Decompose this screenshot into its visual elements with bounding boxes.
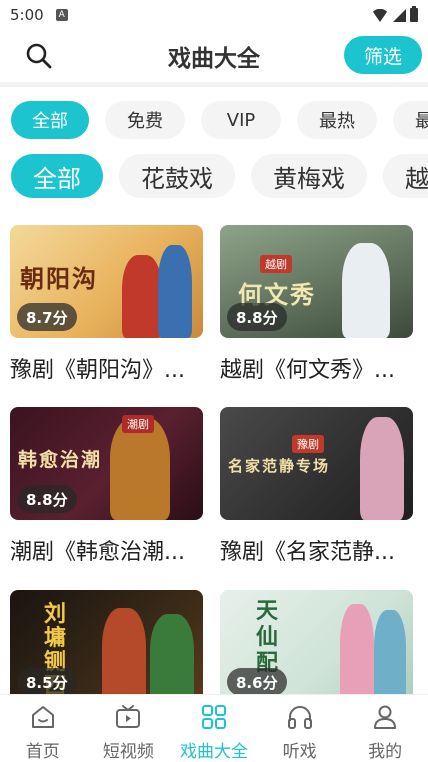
genre-badge: 越剧 — [260, 255, 292, 273]
search-button[interactable] — [24, 41, 54, 71]
genre-badge: 豫剧 — [292, 435, 324, 453]
performer-figure — [340, 604, 374, 703]
card-thumbnail: 豫剧 名家范静专场 — [220, 407, 413, 520]
rating-badge: 8.8分 — [17, 485, 77, 513]
notification-icon: A — [55, 9, 68, 21]
filter-button[interactable]: 筛选 — [344, 36, 422, 74]
card-thumbnail: 刘墉铡西 8.5分 — [10, 590, 203, 703]
opera-card[interactable]: 越剧 何文秀 8.8分 越剧《何文秀》... — [220, 225, 413, 384]
card-thumbnail: 天仙配 8.6分 — [220, 590, 413, 703]
nav-label: 首页 — [25, 742, 60, 762]
thumbnail-title-art: 名家范静专场 — [228, 457, 331, 475]
person-icon — [374, 705, 397, 729]
filter-chip-all[interactable]: 全部 — [11, 101, 89, 139]
card-title: 越剧《何文秀》... — [220, 358, 395, 383]
card-title: 潮剧《韩愈治潮... — [10, 540, 185, 565]
grid-icon — [201, 705, 226, 729]
app-screen: 5:00 A 戏曲大全 筛选 全部 免费 VIP 最热 最新 全部 花鼓戏 黄梅… — [0, 0, 428, 762]
battery-icon — [410, 6, 418, 22]
performer-figure — [360, 417, 404, 520]
price-filter-row: 全部 免费 VIP 最热 最新 — [11, 101, 428, 139]
filter-chip-free[interactable]: 免费 — [105, 101, 185, 139]
nav-label: 短视频 — [102, 742, 154, 762]
nav-listen[interactable]: 听戏 — [257, 695, 343, 762]
performer-figure — [374, 610, 406, 703]
genre-chip-huaguxi[interactable]: 花鼓戏 — [119, 154, 235, 198]
card-thumbnail: 朝阳沟 8.7分 — [10, 225, 203, 338]
genre-chip-yueju[interactable]: 越剧 — [383, 154, 428, 198]
header-divider — [0, 82, 428, 87]
home-icon — [31, 706, 54, 728]
nav-label: 我的 — [368, 742, 403, 762]
performer-figure — [342, 243, 390, 338]
genre-chip-all[interactable]: 全部 — [11, 154, 103, 198]
genre-chip-huangmeixi[interactable]: 黄梅戏 — [251, 154, 367, 198]
status-bar: 5:00 A — [0, 0, 428, 30]
filter-chip-newest[interactable]: 最新 — [393, 101, 428, 139]
rating-badge: 8.7分 — [17, 303, 77, 331]
rating-badge: 8.5分 — [17, 668, 77, 696]
opera-card[interactable]: 豫剧 名家范静专场 豫剧《名家范静... — [220, 407, 413, 566]
genre-badge: 潮剧 — [122, 415, 154, 433]
performer-figure — [158, 245, 192, 338]
search-icon — [26, 43, 52, 69]
thumbnail-title-art: 韩愈治潮 — [18, 449, 103, 471]
performer-figure — [102, 608, 146, 703]
tv-icon — [116, 705, 141, 728]
nav-label: 听戏 — [282, 742, 317, 762]
filter-chip-hottest[interactable]: 最热 — [297, 101, 377, 139]
thumbnail-title-art: 天仙配 — [256, 598, 281, 676]
performer-figure — [122, 255, 162, 338]
opera-card[interactable]: 潮剧 韩愈治潮 8.8分 潮剧《韩愈治潮... — [10, 407, 203, 566]
card-title: 豫剧《名家范静... — [220, 540, 395, 565]
nav-mine[interactable]: 我的 — [342, 695, 428, 762]
status-indicators — [371, 6, 418, 22]
card-thumbnail: 潮剧 韩愈治潮 8.8分 — [10, 407, 203, 520]
nav-home[interactable]: 首页 — [0, 695, 86, 762]
rating-badge: 8.8分 — [227, 303, 287, 331]
bottom-nav: 首页 短视频 戏曲大全 听戏 我的 — [0, 694, 428, 762]
nav-label: 戏曲大全 — [179, 742, 248, 762]
genre-filter-row: 全部 花鼓戏 黄梅戏 越剧 — [11, 154, 428, 198]
card-thumbnail: 越剧 何文秀 8.8分 — [220, 225, 413, 338]
nav-short-video[interactable]: 短视频 — [86, 695, 172, 762]
wifi-icon — [371, 8, 389, 22]
thumbnail-title-art: 朝阳沟 — [20, 264, 98, 293]
headphones-icon — [287, 706, 312, 729]
rating-badge: 8.6分 — [227, 668, 287, 696]
filter-chip-vip[interactable]: VIP — [201, 101, 281, 139]
opera-card[interactable]: 朝阳沟 8.7分 豫剧《朝阳沟》... — [10, 225, 203, 384]
performer-figure — [150, 614, 194, 703]
nav-opera-all[interactable]: 戏曲大全 — [171, 695, 257, 762]
signal-icon — [393, 8, 406, 22]
status-time: 5:00 — [10, 6, 44, 24]
header: 戏曲大全 筛选 — [0, 32, 428, 78]
card-title: 豫剧《朝阳沟》... — [10, 358, 185, 383]
